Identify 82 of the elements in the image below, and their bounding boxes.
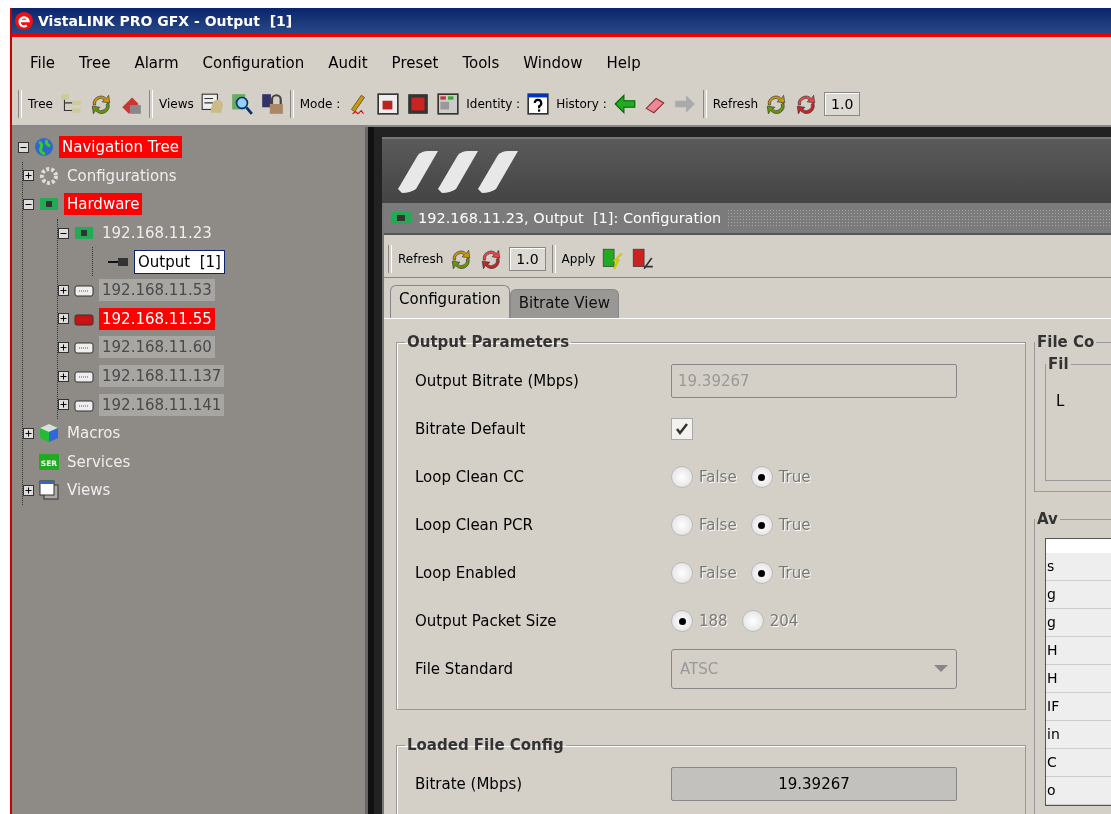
expand-toggle-icon[interactable] xyxy=(58,341,69,353)
field-label: Bitrate Default xyxy=(415,420,527,438)
dropdown-arrow-icon xyxy=(934,665,948,673)
field-label: Loop Clean PCR xyxy=(415,516,534,534)
magnifier-icon[interactable] xyxy=(229,92,254,116)
toolbar-label: Refresh xyxy=(712,97,759,111)
field-label: Bitrate (Mbps) xyxy=(415,775,524,793)
interval-field[interactable]: 1.0 xyxy=(509,247,546,271)
logo-icon xyxy=(14,11,34,31)
navigation-node[interactable]: 192.168.11.60 xyxy=(99,336,215,359)
interval-field[interactable]: 1.0 xyxy=(824,92,861,116)
question-window-icon[interactable] xyxy=(526,92,551,116)
layout-grid-icon[interactable] xyxy=(436,92,461,116)
group-title: Fil xyxy=(1047,355,1070,373)
list-item[interactable]: in xyxy=(1046,721,1111,749)
navigation-node[interactable]: 192.168.11.55 xyxy=(99,307,215,330)
toolbar-label: Refresh xyxy=(398,252,444,266)
field-label: Output Packet Size xyxy=(415,612,558,630)
padlock-icon[interactable] xyxy=(259,92,284,116)
menu-item[interactable]: Preset xyxy=(383,54,447,72)
collapse-toggle-icon[interactable] xyxy=(23,199,34,210)
windows-icon xyxy=(38,479,60,502)
globe-icon xyxy=(33,136,55,159)
list-item[interactable]: H xyxy=(1046,637,1111,665)
expand-toggle-icon[interactable] xyxy=(23,484,34,496)
toolbar-label: Mode : xyxy=(299,97,341,111)
navigation-node[interactable]: 192.168.11.137 xyxy=(99,365,225,388)
hierarchy-icon[interactable] xyxy=(59,92,83,116)
expand-toggle-icon[interactable] xyxy=(23,170,34,182)
list-item[interactable]: C xyxy=(1046,749,1111,777)
field-label: Output Bitrate (Mbps) xyxy=(415,372,580,390)
navigation-node[interactable]: Hardware xyxy=(64,193,143,216)
menu-item[interactable]: Configuration xyxy=(194,54,313,72)
list-item[interactable]: g xyxy=(1046,609,1111,637)
navigation-node[interactable]: Navigation Tree xyxy=(59,136,182,159)
refresh-icon[interactable] xyxy=(89,92,113,116)
tab[interactable]: Configuration xyxy=(390,285,510,318)
group-title: Loaded File Config xyxy=(406,736,565,754)
navigation-node[interactable]: 192.168.11.141 xyxy=(99,393,225,416)
toolbar-label: Views xyxy=(159,97,194,111)
toolbar-label: History : xyxy=(556,97,607,111)
panel-title: 192.168.11.23, Output [1]: Configuration xyxy=(418,210,722,226)
group-title: Output Parameters xyxy=(406,333,571,351)
menu-item[interactable]: Tools xyxy=(454,54,508,72)
field-label: L xyxy=(1056,392,1065,410)
collapse-toggle-icon[interactable] xyxy=(58,227,69,239)
menu-item[interactable]: Window xyxy=(515,54,591,72)
circuit-board-icon xyxy=(390,211,412,225)
expand-toggle-icon[interactable] xyxy=(58,313,69,325)
group-title: Av xyxy=(1036,510,1059,528)
expand-toggle-icon[interactable] xyxy=(58,399,69,411)
menu-item[interactable]: File xyxy=(22,54,64,72)
menu-item[interactable]: Alarm xyxy=(126,54,187,72)
field-label: Loop Clean CC xyxy=(415,468,526,486)
collapse-toggle-icon[interactable] xyxy=(18,141,29,153)
cube-icon xyxy=(38,422,60,445)
toolbar-label: Identity : xyxy=(466,97,521,111)
list-item[interactable]: IF xyxy=(1046,693,1111,721)
back-arrow-icon[interactable] xyxy=(612,92,637,116)
field-label: File Standard xyxy=(415,660,515,678)
list-item[interactable]: g xyxy=(1046,581,1111,609)
toolbar-label: Tree xyxy=(28,97,53,111)
cancel-icon[interactable] xyxy=(631,247,656,271)
checkmark-icon xyxy=(675,422,689,436)
expand-toggle-icon[interactable] xyxy=(58,284,69,296)
list-item[interactable]: o xyxy=(1046,777,1111,805)
window-title: VistaLINK PRO GFX - Output [1] xyxy=(38,13,293,29)
field-label: Loop Enabled xyxy=(415,564,518,582)
list-item[interactable]: s xyxy=(1046,553,1111,581)
menu-item[interactable]: Help xyxy=(598,54,649,72)
expand-toggle-icon[interactable] xyxy=(58,370,69,382)
navigation-node[interactable]: 192.168.11.53 xyxy=(99,279,215,302)
tab[interactable]: Bitrate View xyxy=(509,289,619,318)
menu-item[interactable]: Audit xyxy=(320,54,376,72)
list-item[interactable]: H xyxy=(1046,665,1111,693)
navigation-node[interactable]: Output [1] xyxy=(134,249,225,274)
group-title: File Co xyxy=(1036,333,1096,351)
toolbar-label: Apply xyxy=(561,252,596,266)
expand-toggle-icon[interactable] xyxy=(23,427,34,439)
bitrate-value: 19.39267 xyxy=(671,767,957,801)
menu-item[interactable]: Tree xyxy=(71,54,119,72)
checkbox[interactable] xyxy=(671,418,693,440)
